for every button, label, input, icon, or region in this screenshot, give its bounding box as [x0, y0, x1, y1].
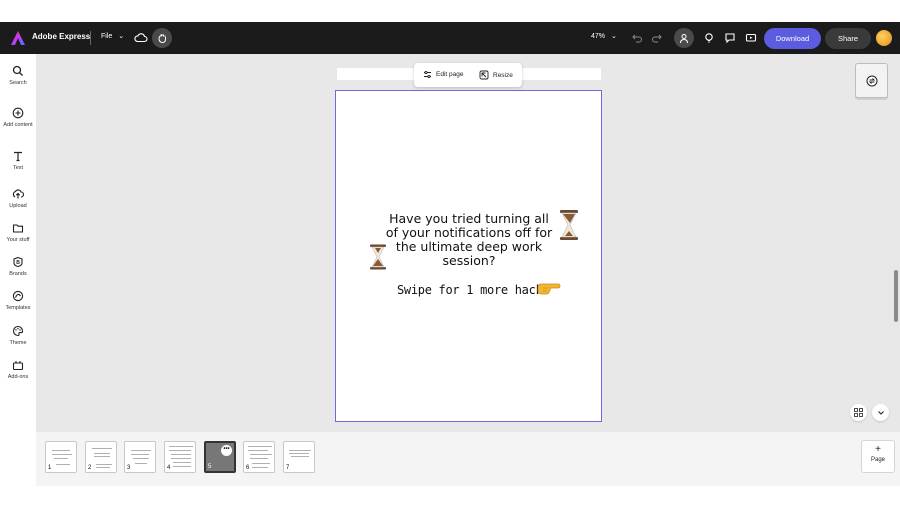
- palette-icon: [12, 325, 24, 337]
- page-thumbnail-4[interactable]: 4: [164, 441, 196, 473]
- swipe-text[interactable]: Swipe for 1 more hack: [397, 283, 543, 297]
- add-page-button[interactable]: + Page: [861, 440, 895, 473]
- lightbulb-icon[interactable]: [702, 31, 716, 45]
- sliders-icon: [424, 70, 431, 79]
- sidebar-item-templates[interactable]: Templates: [0, 290, 36, 312]
- redo-icon[interactable]: [650, 31, 664, 45]
- grid-view-button[interactable]: [850, 404, 867, 421]
- zoom-control[interactable]: 47% ⌄: [591, 32, 617, 40]
- sidebar-item-text[interactable]: Text: [0, 150, 36, 172]
- page-number: 1: [48, 465, 52, 471]
- vertical-scrollbar[interactable]: [894, 270, 898, 322]
- addons-icon: [12, 361, 24, 371]
- sidebar-item-add-content[interactable]: Add content: [0, 107, 36, 129]
- sidebar-item-label: Text: [12, 165, 24, 171]
- plus-circle-icon: [12, 107, 24, 119]
- sidebar-item-your-stuff[interactable]: Your stuff: [0, 222, 36, 244]
- resize-label: Resize: [493, 71, 513, 79]
- svg-text:B: B: [16, 260, 20, 266]
- avatar[interactable]: [876, 30, 892, 46]
- page-thumbnail-6[interactable]: 6: [243, 441, 275, 473]
- undo-icon[interactable]: [630, 31, 644, 45]
- collapse-pages-button[interactable]: [872, 404, 889, 421]
- hourglass-icon[interactable]: [369, 244, 387, 270]
- sidebar-item-label: Templates: [5, 305, 31, 311]
- page-thumbnail-7[interactable]: 7: [283, 441, 315, 473]
- pointing-hand-icon[interactable]: [536, 281, 562, 297]
- question-text[interactable]: Have you tried turning all of your notif…: [385, 212, 553, 268]
- edit-page-label: Edit page: [436, 71, 464, 78]
- text-icon: [14, 151, 22, 162]
- plus-icon: +: [875, 444, 881, 455]
- left-sidebar: Search Add content Text Upload Your stuf…: [0, 54, 36, 486]
- page-number: 7: [286, 465, 290, 471]
- sidebar-item-label: Brands: [9, 271, 27, 277]
- chevron-down-icon: [877, 410, 884, 415]
- add-user-icon: [679, 33, 688, 43]
- templates-icon: [12, 290, 24, 302]
- page-number: 4: [167, 465, 171, 471]
- brand-hand-icon: [158, 33, 166, 43]
- file-menu-button[interactable]: File ⌄: [101, 32, 124, 40]
- present-icon[interactable]: [744, 31, 758, 45]
- chevron-down-icon: ⌄: [611, 33, 617, 40]
- sidebar-item-upload[interactable]: Upload: [0, 188, 36, 210]
- page-thumbnail-5[interactable]: ••• 5: [204, 441, 236, 473]
- add-page-label: Page: [870, 457, 885, 463]
- page-thumbnail-1[interactable]: 1: [45, 441, 77, 473]
- page-settings-button[interactable]: [855, 63, 888, 98]
- resize-button[interactable]: Resize: [479, 70, 513, 80]
- share-button[interactable]: Share: [825, 28, 871, 49]
- sidebar-item-label: Add content: [3, 122, 33, 128]
- brand-kit-button[interactable]: [152, 28, 172, 48]
- page-number: 5: [208, 464, 212, 470]
- sidebar-item-label: Theme: [9, 340, 27, 346]
- folder-icon: [12, 224, 24, 233]
- sidebar-item-add-ons[interactable]: Add-ons: [0, 359, 36, 381]
- invite-collaborator-button[interactable]: [674, 28, 694, 48]
- page-toolbar: Edit page Resize: [414, 63, 522, 87]
- chevron-down-icon: ⌄: [118, 33, 125, 40]
- page-number: 2: [88, 465, 92, 471]
- comment-icon[interactable]: [723, 31, 737, 45]
- page-number: 6: [246, 465, 250, 471]
- file-menu-label: File: [101, 33, 113, 40]
- top-bar: Adobe Express File ⌄ 47% ⌄ Download Share: [0, 22, 900, 54]
- page-thumbnail-2[interactable]: 2: [85, 441, 117, 473]
- edit-page-button[interactable]: Edit page: [423, 70, 463, 79]
- adobe-express-logo-icon[interactable]: [10, 30, 26, 46]
- page-number: 3: [127, 465, 131, 471]
- zoom-level: 47%: [591, 33, 606, 40]
- sidebar-item-search[interactable]: Search: [0, 65, 36, 87]
- page-thumbnail-3[interactable]: 3: [124, 441, 156, 473]
- resize-icon: [479, 70, 489, 80]
- app-title: Adobe Express: [32, 32, 91, 41]
- divider: [90, 31, 91, 45]
- search-icon: [12, 65, 23, 76]
- sidebar-item-theme[interactable]: Theme: [0, 325, 36, 347]
- sidebar-item-label: Your stuff: [6, 237, 30, 243]
- hourglass-icon[interactable]: [558, 209, 580, 241]
- sidebar-item-brands[interactable]: B Brands: [0, 256, 36, 278]
- grid-icon: [854, 408, 863, 417]
- swap-icon: [866, 75, 877, 86]
- sidebar-item-label: Add-ons: [7, 374, 29, 380]
- sidebar-item-label: Search: [9, 80, 27, 86]
- cloud-icon[interactable]: [134, 31, 148, 45]
- more-options-icon[interactable]: •••: [221, 445, 232, 456]
- brand-icon: B: [13, 256, 23, 268]
- download-button[interactable]: Download: [764, 28, 821, 49]
- sidebar-item-label: Upload: [9, 203, 27, 209]
- upload-icon: [12, 189, 24, 199]
